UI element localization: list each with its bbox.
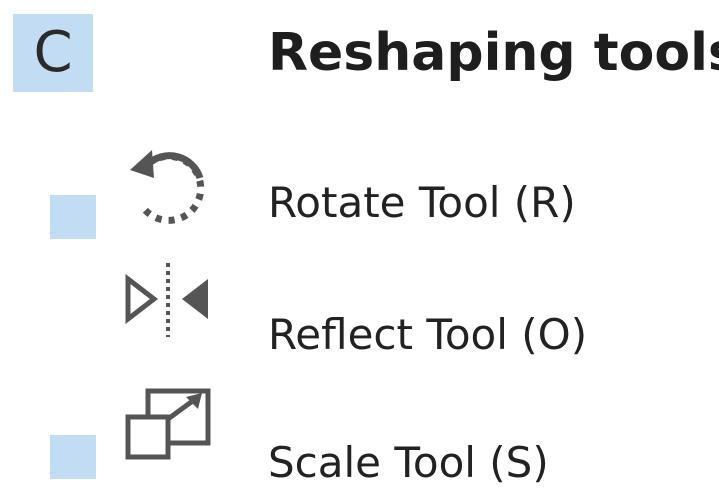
section-letter-badge: C bbox=[13, 14, 93, 92]
scale-icon bbox=[118, 385, 218, 475]
tool-item-scale[interactable]: Scale Tool (S) bbox=[0, 375, 719, 495]
selection-marker bbox=[50, 435, 96, 479]
tool-item-reflect[interactable]: Reflect Tool (O) bbox=[0, 255, 719, 375]
rotate-icon bbox=[118, 140, 218, 230]
reflect-icon bbox=[118, 257, 218, 347]
tool-item-rotate[interactable]: Rotate Tool (R) bbox=[0, 135, 719, 255]
selection-marker bbox=[50, 195, 96, 239]
section-title: Reshaping tools bbox=[268, 23, 719, 83]
tool-label-scale: Scale Tool (S) bbox=[268, 438, 549, 487]
tool-label-rotate: Rotate Tool (R) bbox=[268, 178, 576, 227]
tool-label-reflect: Reflect Tool (O) bbox=[268, 310, 588, 359]
